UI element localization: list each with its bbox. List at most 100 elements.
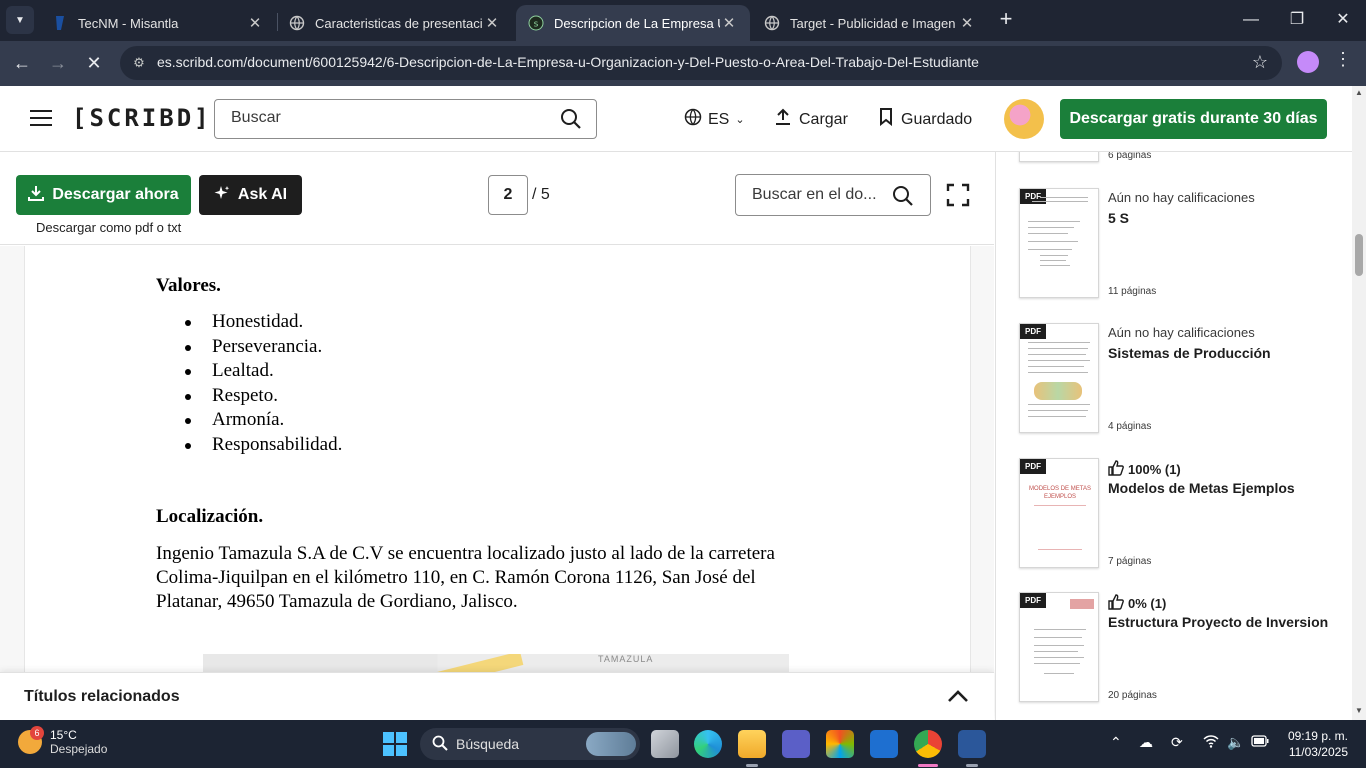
tab-descripcion-active[interactable]: s Descripcion de La Empresa U O ✕ (516, 5, 750, 41)
document-toolbar: Descargar ahora Ask AI Descargar como pd… (0, 152, 994, 245)
stop-loading-icon[interactable]: ✕ (80, 49, 108, 77)
language-selector[interactable]: ES ⌄ (684, 108, 745, 131)
page-count: 4 páginas (1108, 421, 1152, 432)
scroll-down-icon[interactable]: ▼ (1355, 706, 1363, 715)
related-doc-card[interactable]: PDF MODELOS DE METAS EJEMPLOS 100% (1) M… (1019, 458, 1339, 578)
app-running-indicator (966, 764, 978, 767)
close-tab-icon[interactable]: ✕ (720, 14, 738, 32)
close-window-icon[interactable]: ✕ (1320, 6, 1366, 34)
document-search[interactable] (735, 174, 931, 216)
tab-title: TecNM - Misantla (78, 15, 179, 31)
back-arrow-icon[interactable]: ← (8, 49, 36, 77)
scrollbar-thumb[interactable] (1355, 234, 1363, 276)
search-input[interactable] (231, 109, 551, 127)
download-now-button[interactable]: Descargar ahora (16, 175, 191, 215)
taskbar-search-label: Búsqueda (456, 736, 520, 752)
battery-icon[interactable] (1251, 734, 1269, 750)
fullscreen-icon[interactable] (946, 183, 970, 207)
scribd-logo[interactable]: [SCRIBD] (72, 104, 212, 132)
site-search[interactable] (214, 99, 597, 139)
cloud-icon[interactable]: ☁ (1139, 734, 1153, 751)
related-titles-bar[interactable]: Títulos relacionados (0, 672, 994, 720)
address-toolbar: ← → ✕ ⚙ es.scribd.com/document/600125942… (0, 41, 1366, 86)
thumbs-up-icon (1108, 594, 1124, 613)
chevron-up-icon[interactable]: ⌃ (1110, 734, 1122, 751)
doc-thumbnail: PDF MODELOS DE METAS EJEMPLOS (1019, 458, 1099, 568)
close-tab-icon[interactable]: ✕ (483, 14, 501, 32)
upload-icon (775, 108, 791, 131)
store-icon[interactable] (870, 730, 898, 758)
document-viewer[interactable]: Valores. Honestidad. Perseverancia. Leal… (0, 246, 994, 672)
search-icon[interactable] (892, 185, 914, 212)
related-doc-card[interactable]: PDF 0% (1) Estructura Proyecto de Invers… (1019, 592, 1339, 712)
doc-thumbnail: PDF (1019, 323, 1099, 433)
menu-hamburger-icon[interactable] (30, 110, 52, 126)
user-avatar[interactable] (1004, 99, 1044, 139)
clock-time: 09:19 p. m. (1287, 729, 1348, 743)
weather-widget[interactable]: 6 15°C Despejado (18, 726, 108, 756)
tab-tecnm[interactable]: TecNM - Misantla ✕ (40, 5, 276, 41)
scribd-favicon-icon: s (528, 15, 544, 31)
profile-avatar-icon[interactable] (1297, 51, 1319, 73)
tab-search-button[interactable]: ▼ (6, 6, 34, 34)
page-count: 11 páginas (1108, 286, 1157, 297)
search-highlight-image (586, 732, 636, 756)
word-icon[interactable] (958, 730, 986, 758)
weather-desc: Despejado (50, 742, 108, 756)
minimize-icon[interactable]: — (1228, 6, 1274, 34)
download-now-label: Descargar ahora (52, 186, 179, 203)
new-tab-icon[interactable]: + (994, 8, 1018, 32)
list-item: Honestidad. (156, 310, 342, 335)
page-scrollbar[interactable]: ▲ ▼ (1352, 86, 1366, 720)
notification-badge: 6 (30, 726, 44, 740)
download-format-text: Descargar como pdf o txt (36, 220, 182, 235)
edge-browser-icon[interactable] (694, 730, 722, 758)
page-number-input[interactable]: 2 (488, 175, 528, 215)
list-item: Perseverancia. (156, 335, 342, 360)
doc-title[interactable]: Estructura Proyecto de Inversion (1108, 614, 1328, 630)
volume-icon[interactable]: 🔈 (1227, 734, 1244, 751)
page-total: / 5 (532, 186, 550, 203)
doc-title[interactable]: Modelos de Metas Ejemplos (1108, 480, 1295, 496)
restore-icon[interactable]: ❐ (1274, 6, 1320, 34)
sync-icon[interactable]: ⟳ (1171, 734, 1183, 751)
upload-button[interactable]: Cargar (775, 108, 848, 131)
chevron-up-icon[interactable] (946, 685, 970, 709)
ask-ai-button[interactable]: Ask AI (199, 175, 302, 215)
search-icon[interactable] (560, 108, 582, 135)
omnibox[interactable]: ⚙ es.scribd.com/document/600125942/6-Des… (120, 46, 1282, 80)
doc-title[interactable]: Sistemas de Producción (1108, 345, 1271, 361)
close-tab-icon[interactable]: ✕ (958, 14, 976, 32)
related-doc-card[interactable]: 6 páginas (1019, 152, 1339, 172)
doc-title[interactable]: 5 S (1108, 210, 1129, 226)
copilot-icon[interactable] (826, 730, 854, 758)
map-road (432, 654, 524, 672)
system-clock[interactable]: 09:19 p. m. 11/03/2025 (1280, 728, 1348, 760)
tab-target[interactable]: Target - Publicidad e Imagen ✕ (752, 5, 988, 41)
related-doc-card[interactable]: PDF Aún no hay calificaciones Sistemas d… (1019, 323, 1339, 443)
app-running-indicator (746, 764, 758, 767)
chrome-icon[interactable] (914, 730, 942, 758)
saved-button[interactable]: Guardado (879, 108, 972, 131)
taskbar-search[interactable]: Búsqueda (420, 728, 640, 760)
bookmark-star-icon[interactable]: ☆ (1252, 52, 1268, 73)
file-explorer-icon[interactable] (738, 730, 766, 758)
rating: 100% (1) (1108, 460, 1181, 479)
site-settings-icon[interactable]: ⚙ (130, 54, 148, 72)
tab-caracteristicas[interactable]: Caracteristicas de presentacion ✕ (277, 5, 513, 41)
list-item: Lealtad. (156, 359, 342, 384)
task-view-icon[interactable] (651, 730, 679, 758)
browser-menu-icon[interactable]: ⋮ (1334, 49, 1352, 70)
windows-start-icon[interactable] (383, 732, 407, 756)
url-text[interactable]: es.scribd.com/document/600125942/6-Descr… (157, 54, 979, 70)
doc-thumbnail: PDF (1019, 592, 1099, 702)
globe-icon (684, 108, 702, 131)
free-trial-button[interactable]: Descargar gratis durante 30 días (1060, 99, 1327, 139)
document-search-input[interactable] (752, 186, 887, 204)
teams-icon[interactable] (782, 730, 810, 758)
wifi-icon[interactable] (1203, 734, 1219, 751)
forward-arrow-icon[interactable]: → (44, 49, 72, 77)
related-doc-card[interactable]: PDF Aún no hay calificaciones 5 S 11 pág… (1019, 188, 1339, 308)
close-tab-icon[interactable]: ✕ (246, 14, 264, 32)
scroll-up-icon[interactable]: ▲ (1355, 88, 1363, 97)
